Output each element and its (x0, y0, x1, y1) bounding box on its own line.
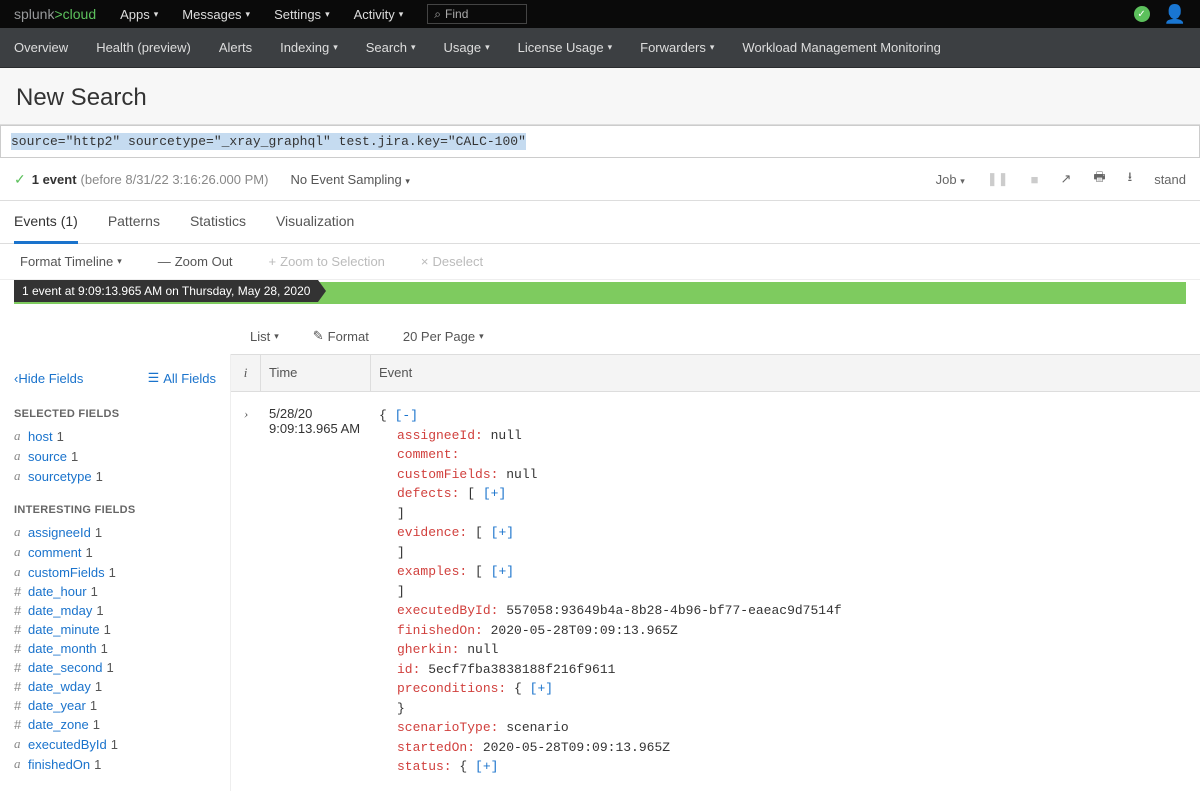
interesting-fields-header: INTERESTING FIELDS (14, 504, 216, 516)
nav-messages[interactable]: Messages▾ (182, 7, 250, 22)
subnav-indexing[interactable]: Indexing▾ (280, 40, 338, 55)
print-icon[interactable]: 🖶 (1093, 168, 1105, 190)
deselect-button: ×Deselect (421, 254, 483, 269)
tab-visualization[interactable]: Visualization (276, 201, 354, 243)
expand-toggle[interactable]: [+] (475, 759, 498, 774)
field-date_mday[interactable]: #date_mday1 (14, 601, 216, 620)
check-icon: ✓ (14, 171, 26, 188)
event-time: 5/28/20 9:09:13.965 AM (261, 392, 371, 791)
col-info: i (231, 355, 261, 391)
subnav-workload[interactable]: Workload Management Monitoring (742, 40, 940, 55)
field-date_hour[interactable]: #date_hour1 (14, 582, 216, 601)
list-view-dropdown[interactable]: List▾ (250, 329, 279, 344)
subnav-search[interactable]: Search▾ (366, 40, 416, 55)
mode-dropdown[interactable]: stand (1154, 172, 1186, 187)
field-executedById[interactable]: aexecutedById1 (14, 734, 216, 754)
perpage-dropdown[interactable]: 20 Per Page▾ (403, 329, 484, 344)
field-customFields[interactable]: acustomFields1 (14, 562, 216, 582)
subnav-license[interactable]: License Usage▾ (518, 40, 613, 55)
nav-activity[interactable]: Activity▾ (354, 7, 404, 22)
subnav-alerts[interactable]: Alerts (219, 40, 252, 55)
result-bar: ✓ 1 event (before 8/31/22 3:16:26.000 PM… (0, 158, 1200, 201)
sub-nav: Overview Health (preview) Alerts Indexin… (0, 28, 1200, 68)
timeline[interactable]: 1 event at 9:09:13.965 AM on Thursday, M… (14, 282, 1186, 304)
field-date_wday[interactable]: #date_wday1 (14, 677, 216, 696)
search-icon: ⌕ (434, 7, 441, 22)
zoom-out-button[interactable]: —Zoom Out (158, 254, 233, 269)
share-icon[interactable]: ↗ (1060, 171, 1071, 187)
field-finishedOn[interactable]: afinishedOn1 (14, 754, 216, 774)
subnav-usage[interactable]: Usage▾ (444, 40, 490, 55)
format-timeline-dropdown[interactable]: Format Timeline▾ (20, 254, 122, 269)
fields-sidebar: ‹ Hide Fields ☰All Fields SELECTED FIELD… (0, 354, 230, 791)
user-icon[interactable]: 👤 (1164, 4, 1186, 25)
field-date_zone[interactable]: #date_zone1 (14, 715, 216, 734)
page-header: New Search (0, 68, 1200, 125)
tab-events[interactable]: Events (1) (14, 201, 78, 244)
job-dropdown[interactable]: Job ▾ (936, 172, 965, 187)
expand-row-icon[interactable]: › (244, 406, 248, 421)
zoom-selection-button: +Zoom to Selection (269, 254, 385, 269)
tab-patterns[interactable]: Patterns (108, 201, 160, 243)
all-fields-link[interactable]: ☰All Fields (148, 370, 216, 386)
field-host[interactable]: ahost1 (14, 426, 216, 446)
event-row: › 5/28/20 9:09:13.965 AM { [-]assigneeId… (231, 392, 1200, 791)
expand-toggle[interactable]: [+] (491, 525, 514, 540)
stop-icon[interactable]: ■ (1031, 172, 1039, 187)
field-date_year[interactable]: #date_year1 (14, 696, 216, 715)
timeline-controls: Format Timeline▾ —Zoom Out +Zoom to Sele… (0, 244, 1200, 280)
export-icon[interactable]: ⭳ (1128, 168, 1133, 190)
nav-settings[interactable]: Settings▾ (274, 7, 330, 22)
event-sampling-dropdown[interactable]: No Event Sampling ▾ (290, 172, 409, 187)
top-nav: splunk>cloud Apps▾ Messages▾ Settings▾ A… (0, 0, 1200, 28)
list-controls: List▾ ✎Format 20 Per Page▾ (0, 318, 1200, 354)
search-query-input[interactable]: source="http2" sourcetype="_xray_graphql… (0, 125, 1200, 158)
page-title: New Search (16, 84, 1184, 112)
expand-toggle[interactable]: [+] (491, 564, 514, 579)
table-header: i Time Event (231, 354, 1200, 392)
field-assigneeId[interactable]: aassigneeId1 (14, 522, 216, 542)
result-tabs: Events (1) Patterns Statistics Visualiza… (0, 201, 1200, 244)
subnav-forwarders[interactable]: Forwarders▾ (640, 40, 714, 55)
pause-icon[interactable]: ❚❚ (987, 171, 1009, 187)
subnav-overview[interactable]: Overview (14, 40, 68, 55)
format-dropdown[interactable]: ✎Format (313, 328, 369, 344)
nav-apps[interactable]: Apps▾ (120, 7, 158, 22)
expand-toggle[interactable]: [+] (483, 486, 506, 501)
selected-fields-header: SELECTED FIELDS (14, 408, 216, 420)
status-ok-icon: ✓ (1134, 6, 1150, 22)
field-date_minute[interactable]: #date_minute1 (14, 620, 216, 639)
global-search-input[interactable]: ⌕ Find (427, 4, 527, 24)
expand-toggle[interactable]: [+] (530, 681, 553, 696)
timeline-tooltip: 1 event at 9:09:13.965 AM on Thursday, M… (14, 280, 318, 302)
col-event: Event (371, 355, 1200, 391)
subnav-health[interactable]: Health (preview) (96, 40, 191, 55)
field-comment[interactable]: acomment1 (14, 542, 216, 562)
field-source[interactable]: asource1 (14, 446, 216, 466)
collapse-toggle[interactable]: [-] (395, 408, 418, 423)
field-date_month[interactable]: #date_month1 (14, 639, 216, 658)
col-time[interactable]: Time (261, 355, 371, 391)
hide-fields-link[interactable]: ‹ Hide Fields (14, 370, 83, 386)
events-content: i Time Event › 5/28/20 9:09:13.965 AM { … (230, 354, 1200, 791)
logo: splunk>cloud (14, 6, 96, 22)
time-range-text: (before 8/31/22 3:16:26.000 PM) (81, 172, 269, 187)
main-content: ‹ Hide Fields ☰All Fields SELECTED FIELD… (0, 354, 1200, 791)
field-sourcetype[interactable]: asourcetype1 (14, 466, 216, 486)
event-body: { [-]assigneeId: nullcomment:customField… (371, 392, 1200, 791)
tab-statistics[interactable]: Statistics (190, 201, 246, 243)
event-count: 1 event (32, 172, 77, 187)
